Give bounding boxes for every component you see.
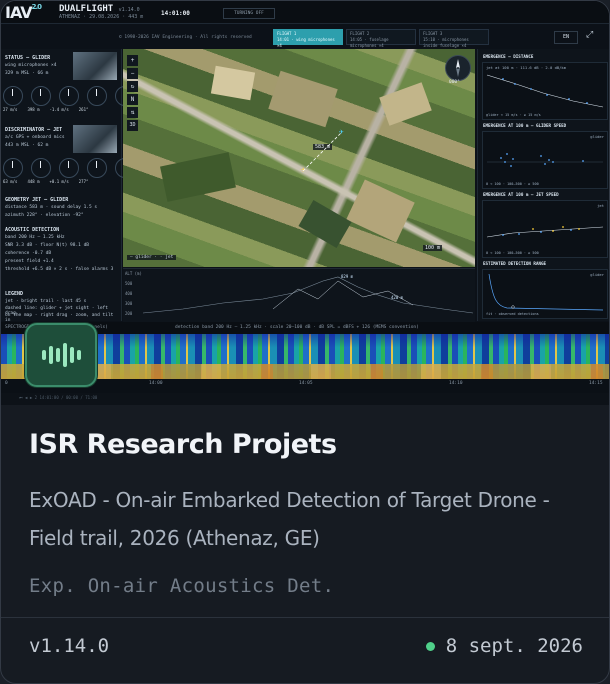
spectrogram-info: detection band 200 Hz – 1.25 kHz · scale… bbox=[175, 325, 419, 330]
tab-flight-3[interactable]: FLIGHT 3 15:10 · microphones inside fusel… bbox=[419, 29, 489, 48]
emergence-jet-title: EMERGENCE AT 100 m — JET SPEED bbox=[483, 192, 559, 197]
jet-dials bbox=[1, 158, 135, 178]
acoustic-line: SNR 3.3 dB · floor N(t) 98.1 dB bbox=[5, 243, 89, 248]
clock: 14:01:00 bbox=[161, 10, 190, 17]
audio-waveform-icon bbox=[25, 323, 97, 387]
status-date: 8 sept. 2026 bbox=[425, 635, 583, 657]
glider-photo bbox=[73, 52, 117, 80]
version-label: v1.14.0 bbox=[29, 635, 110, 657]
altitude-trace bbox=[142, 276, 474, 314]
gauge-icon bbox=[59, 86, 79, 106]
app-topbar: IAV2.0 DUALFLIGHT v1.14.0 ATHENAZ · 29.0… bbox=[1, 1, 609, 24]
gauge-icon bbox=[31, 86, 51, 106]
geometry-line: azimuth 228° · elevation -92° bbox=[5, 213, 84, 218]
status-dot-icon bbox=[425, 641, 435, 651]
legend-title: LEGEND bbox=[5, 291, 24, 297]
flight-tabs: FLIGHT 1 14:01 · wing microphones ×4 FLIG… bbox=[273, 29, 489, 48]
gauge-icon bbox=[87, 158, 107, 178]
scale-label: 100 m bbox=[423, 245, 443, 251]
turning-status-button[interactable]: TURNING OFF bbox=[223, 8, 275, 19]
emergence-distance-plot: jet at 100 m · 111.6 dB · 2.0 dB/km glid… bbox=[482, 62, 608, 120]
emergence-jet-plot: jet 0 < 100 · 100–500 · ≥ 500 bbox=[482, 200, 608, 258]
jet-status-title: DISCRIMINATOR — JET bbox=[5, 127, 63, 133]
expand-icon[interactable]: ⤢ bbox=[586, 30, 593, 40]
altitude-panel: ALT (m) 500 400 300 200 829 m 420 m bbox=[123, 268, 475, 322]
project-tagline: Exp. On-air Acoustics Det. bbox=[29, 575, 335, 597]
copyright: © 1998-2026 IAV Engineering · All rights… bbox=[119, 35, 252, 40]
status-panel: STATUS — GLIDER wing microphones ×4 329 … bbox=[1, 49, 135, 323]
date-label: 8 sept. 2026 bbox=[445, 635, 583, 657]
divider bbox=[1, 617, 609, 618]
map-legend: — glider · · jet bbox=[127, 255, 177, 260]
sight-line bbox=[302, 132, 342, 172]
jet-photo bbox=[73, 125, 117, 153]
location-line: ATHENAZ · 29.08.2026 · 443 m bbox=[59, 14, 144, 20]
emergence-distance-title: EMERGENCE — DISTANCE bbox=[483, 54, 534, 59]
emergence-glider-title: EMERGENCE AT 100 m — GLIDER SPEED bbox=[483, 123, 567, 128]
jet-line: a/c GPS + onboard mics bbox=[5, 135, 65, 140]
analysis-panel: EMERGENCE — DISTANCE jet at 100 m · 111.… bbox=[477, 49, 609, 321]
satellite-map[interactable]: + − ↻ N ⇅ 3D 000° 583 m ✈ ✈ 100 m — glid… bbox=[123, 49, 475, 267]
glider-line: 329 m MSL · 66 m bbox=[5, 71, 49, 76]
glider-status-title: STATUS — GLIDER bbox=[5, 55, 51, 61]
glider-line: wing microphones ×4 bbox=[5, 63, 57, 68]
gauge-icon bbox=[31, 158, 51, 178]
jet-dial-values: 63 m/s 448 m +0.1 m/s 277° bbox=[3, 179, 89, 184]
acoustic-line: threshold +6.5 dB × 2 s · false alarms 3 bbox=[5, 267, 114, 272]
gauge-icon bbox=[3, 86, 23, 106]
language-select[interactable]: EN bbox=[554, 31, 578, 44]
project-description: ExOAD - On-air Embarked Detection of Tar… bbox=[29, 488, 550, 550]
app-logo: IAV2.0 bbox=[5, 3, 42, 22]
project-card[interactable]: IAV2.0 DUALFLIGHT v1.14.0 ATHENAZ · 29.0… bbox=[0, 0, 610, 684]
detection-range-plot: glider fit · observed detections bbox=[482, 269, 608, 319]
geometry-title: GEOMETRY JET — GLIDER bbox=[5, 197, 69, 203]
gauge-icon bbox=[59, 158, 79, 178]
acoustic-line: present field +1.4 bbox=[5, 259, 54, 264]
tab-flight-1[interactable]: FLIGHT 1 14:01 · wing microphones ×4 bbox=[273, 29, 343, 48]
tab-flight-2[interactable]: FLIGHT 2 14:05 · fuselage microphones ×4 bbox=[346, 29, 416, 48]
acoustic-line: band 200 Hz – 1.25 kHz bbox=[5, 235, 65, 240]
project-title[interactable]: ISR Research Projets bbox=[29, 429, 337, 460]
app-name: DUALFLIGHT v1.14.0 bbox=[59, 4, 140, 14]
playback-bar[interactable]: ⏮ ◀ ▶ 2 14:01:00 / 00:00 / 71:00 bbox=[1, 393, 609, 405]
gauge-icon bbox=[87, 86, 107, 106]
detection-range-title: ESTIMATED DETECTION RANGE bbox=[483, 261, 547, 266]
glider-dials bbox=[1, 86, 135, 106]
acoustic-title: ACOUSTIC DETECTION bbox=[5, 227, 60, 233]
glider-dial-values: 27 m/s 398 m -1.4 m/s 261° bbox=[3, 107, 89, 112]
jet-line: 443 m MSL · 62 m bbox=[5, 143, 49, 148]
gauge-icon bbox=[3, 158, 23, 178]
acoustic-line: coherence -0.7 dB bbox=[5, 251, 52, 256]
geometry-line: distance 583 m · sound delay 1.5 s bbox=[5, 205, 98, 210]
legend-line: jet · bright trail · last 45 s bbox=[5, 299, 87, 304]
emergence-glider-plot: glider 0 < 100 · 100–500 · ≥ 500 bbox=[482, 131, 608, 189]
